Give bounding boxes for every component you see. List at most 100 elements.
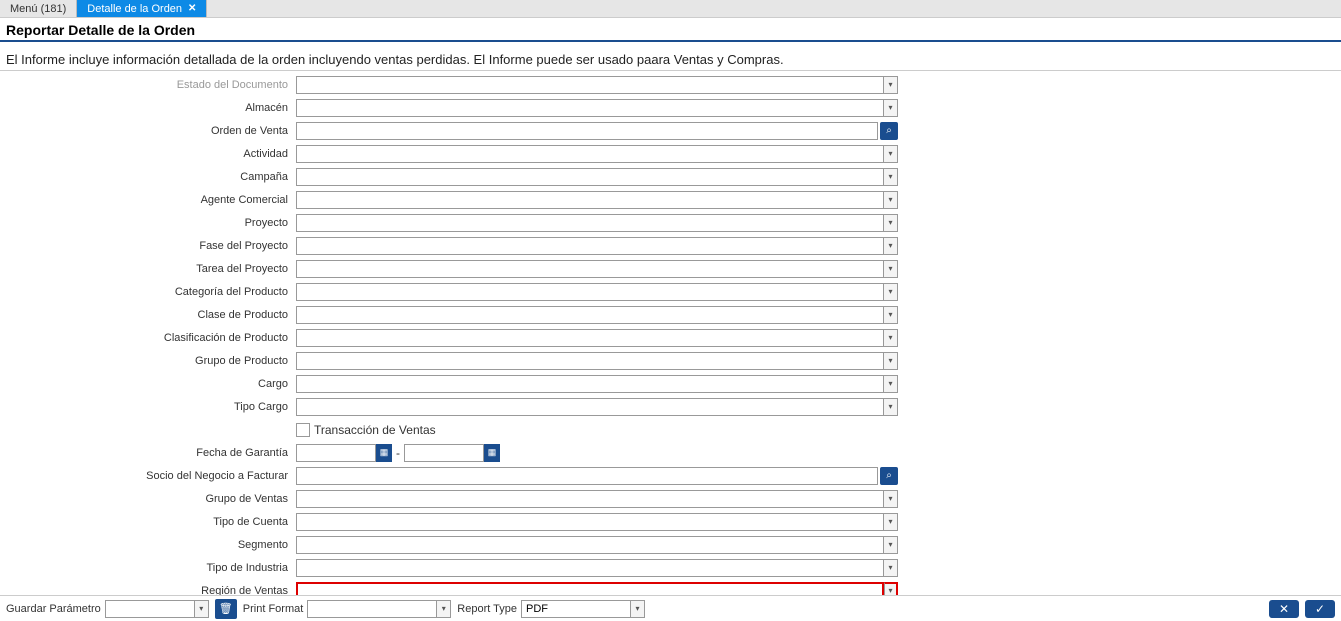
label-segmento: Segmento xyxy=(0,539,296,551)
search-icon: ⌕ xyxy=(886,125,892,136)
label-proyecto: Proyecto xyxy=(0,217,296,229)
dropdown-agente-comercial[interactable]: ▾ xyxy=(884,191,898,209)
cancel-button[interactable]: ✕ xyxy=(1269,600,1299,618)
label-grupo-producto: Grupo de Producto xyxy=(0,355,296,367)
trash-icon: 🗑 xyxy=(219,602,233,615)
input-print-format[interactable] xyxy=(307,600,437,618)
date-range-separator: - xyxy=(396,446,400,460)
dropdown-cargo[interactable]: ▾ xyxy=(884,375,898,393)
dropdown-almacen[interactable]: ▾ xyxy=(884,99,898,117)
dropdown-categoria-producto[interactable]: ▾ xyxy=(884,283,898,301)
label-print-format: Print Format xyxy=(243,603,304,615)
label-grupo-ventas: Grupo de Ventas xyxy=(0,493,296,505)
label-tipo-industria: Tipo de Industria xyxy=(0,562,296,574)
input-fase-proyecto[interactable] xyxy=(296,237,884,255)
input-actividad[interactable] xyxy=(296,145,884,163)
input-grupo-producto[interactable] xyxy=(296,352,884,370)
label-fase-proyecto: Fase del Proyecto xyxy=(0,240,296,252)
page-title: Reportar Detalle de la Orden xyxy=(6,22,1335,38)
check-icon: ✓ xyxy=(1315,602,1325,616)
calendar-icon: ▦ xyxy=(380,447,389,458)
tab-menu-label: Menú (181) xyxy=(10,3,66,15)
page-header: Reportar Detalle de la Orden xyxy=(0,18,1341,42)
label-tipo-cargo: Tipo Cargo xyxy=(0,401,296,413)
dropdown-clase-producto[interactable]: ▾ xyxy=(884,306,898,324)
delete-parameter-button[interactable]: 🗑 xyxy=(215,599,237,619)
dropdown-grupo-ventas[interactable]: ▾ xyxy=(884,490,898,508)
checkbox-transaccion-ventas[interactable] xyxy=(296,423,310,437)
input-fecha-garantia-to[interactable] xyxy=(404,444,484,462)
label-socio-negocio: Socio del Negocio a Facturar xyxy=(0,470,296,482)
label-categoria-producto: Categoría del Producto xyxy=(0,286,296,298)
form-scroll-area[interactable]: Estado del Documento ▾ Almacén ▾ Orden d… xyxy=(0,70,1341,595)
input-clasificacion-producto[interactable] xyxy=(296,329,884,347)
dropdown-tarea-proyecto[interactable]: ▾ xyxy=(884,260,898,278)
input-grupo-ventas[interactable] xyxy=(296,490,884,508)
dropdown-report-type[interactable]: ▾ xyxy=(631,600,645,618)
input-fecha-garantia-from[interactable] xyxy=(296,444,376,462)
input-tipo-industria[interactable] xyxy=(296,559,884,577)
dropdown-fase-proyecto[interactable]: ▾ xyxy=(884,237,898,255)
dropdown-campana[interactable]: ▾ xyxy=(884,168,898,186)
label-fecha-garantia: Fecha de Garantía xyxy=(0,447,296,459)
input-orden-venta[interactable] xyxy=(296,122,878,140)
calendar-icon: ▦ xyxy=(488,447,497,458)
input-report-type[interactable] xyxy=(521,600,631,618)
input-almacen[interactable] xyxy=(296,99,884,117)
dropdown-tipo-industria[interactable]: ▾ xyxy=(884,559,898,577)
input-proyecto[interactable] xyxy=(296,214,884,232)
confirm-button[interactable]: ✓ xyxy=(1305,600,1335,618)
label-transaccion-ventas: Transacción de Ventas xyxy=(314,423,436,437)
dropdown-guardar-parametro[interactable]: ▾ xyxy=(195,600,209,618)
input-guardar-parametro[interactable] xyxy=(105,600,195,618)
label-orden-venta: Orden de Venta xyxy=(0,125,296,137)
input-agente-comercial[interactable] xyxy=(296,191,884,209)
label-cargo: Cargo xyxy=(0,378,296,390)
dropdown-actividad[interactable]: ▾ xyxy=(884,145,898,163)
label-clasificacion-producto: Clasificación de Producto xyxy=(0,332,296,344)
input-tipo-cuenta[interactable] xyxy=(296,513,884,531)
label-tipo-cuenta: Tipo de Cuenta xyxy=(0,516,296,528)
dropdown-proyecto[interactable]: ▾ xyxy=(884,214,898,232)
dropdown-tipo-cuenta[interactable]: ▾ xyxy=(884,513,898,531)
input-cargo[interactable] xyxy=(296,375,884,393)
label-report-type: Report Type xyxy=(457,603,517,615)
close-tab-icon[interactable]: ✕ xyxy=(188,3,196,14)
input-tarea-proyecto[interactable] xyxy=(296,260,884,278)
label-almacen: Almacén xyxy=(0,102,296,114)
dropdown-clasificacion-producto[interactable]: ▾ xyxy=(884,329,898,347)
label-guardar-parametro: Guardar Parámetro xyxy=(6,603,101,615)
footer-bar: Guardar Parámetro ▾ 🗑 Print Format ▾ Rep… xyxy=(0,595,1341,621)
input-tipo-cargo[interactable] xyxy=(296,398,884,416)
calendar-to-button[interactable]: ▦ xyxy=(484,444,500,462)
dropdown-region-ventas[interactable]: ▾ xyxy=(884,582,898,596)
dropdown-estado-documento[interactable]: ▾ xyxy=(884,76,898,94)
input-campana[interactable] xyxy=(296,168,884,186)
input-estado-documento[interactable] xyxy=(296,76,884,94)
dropdown-print-format[interactable]: ▾ xyxy=(437,600,451,618)
label-agente-comercial: Agente Comercial xyxy=(0,194,296,206)
dropdown-segmento[interactable]: ▾ xyxy=(884,536,898,554)
tab-detalle-label: Detalle de la Orden xyxy=(87,3,182,15)
label-tarea-proyecto: Tarea del Proyecto xyxy=(0,263,296,275)
label-actividad: Actividad xyxy=(0,148,296,160)
tab-detalle-orden[interactable]: Detalle de la Orden ✕ xyxy=(77,0,207,17)
close-icon: ✕ xyxy=(1279,602,1289,616)
search-icon: ⌕ xyxy=(886,470,892,481)
dropdown-grupo-producto[interactable]: ▾ xyxy=(884,352,898,370)
label-estado-documento: Estado del Documento xyxy=(0,79,296,91)
input-segmento[interactable] xyxy=(296,536,884,554)
label-campana: Campaña xyxy=(0,171,296,183)
input-categoria-producto[interactable] xyxy=(296,283,884,301)
input-region-ventas[interactable] xyxy=(296,582,884,596)
label-clase-producto: Clase de Producto xyxy=(0,309,296,321)
label-region-ventas: Región de Ventas xyxy=(0,585,296,596)
input-clase-producto[interactable] xyxy=(296,306,884,324)
dropdown-tipo-cargo[interactable]: ▾ xyxy=(884,398,898,416)
tab-bar: Menú (181) Detalle de la Orden ✕ xyxy=(0,0,1341,18)
tab-menu[interactable]: Menú (181) xyxy=(0,0,77,17)
input-socio-negocio[interactable] xyxy=(296,467,878,485)
search-orden-venta-button[interactable]: ⌕ xyxy=(880,122,898,140)
search-socio-negocio-button[interactable]: ⌕ xyxy=(880,467,898,485)
calendar-from-button[interactable]: ▦ xyxy=(376,444,392,462)
